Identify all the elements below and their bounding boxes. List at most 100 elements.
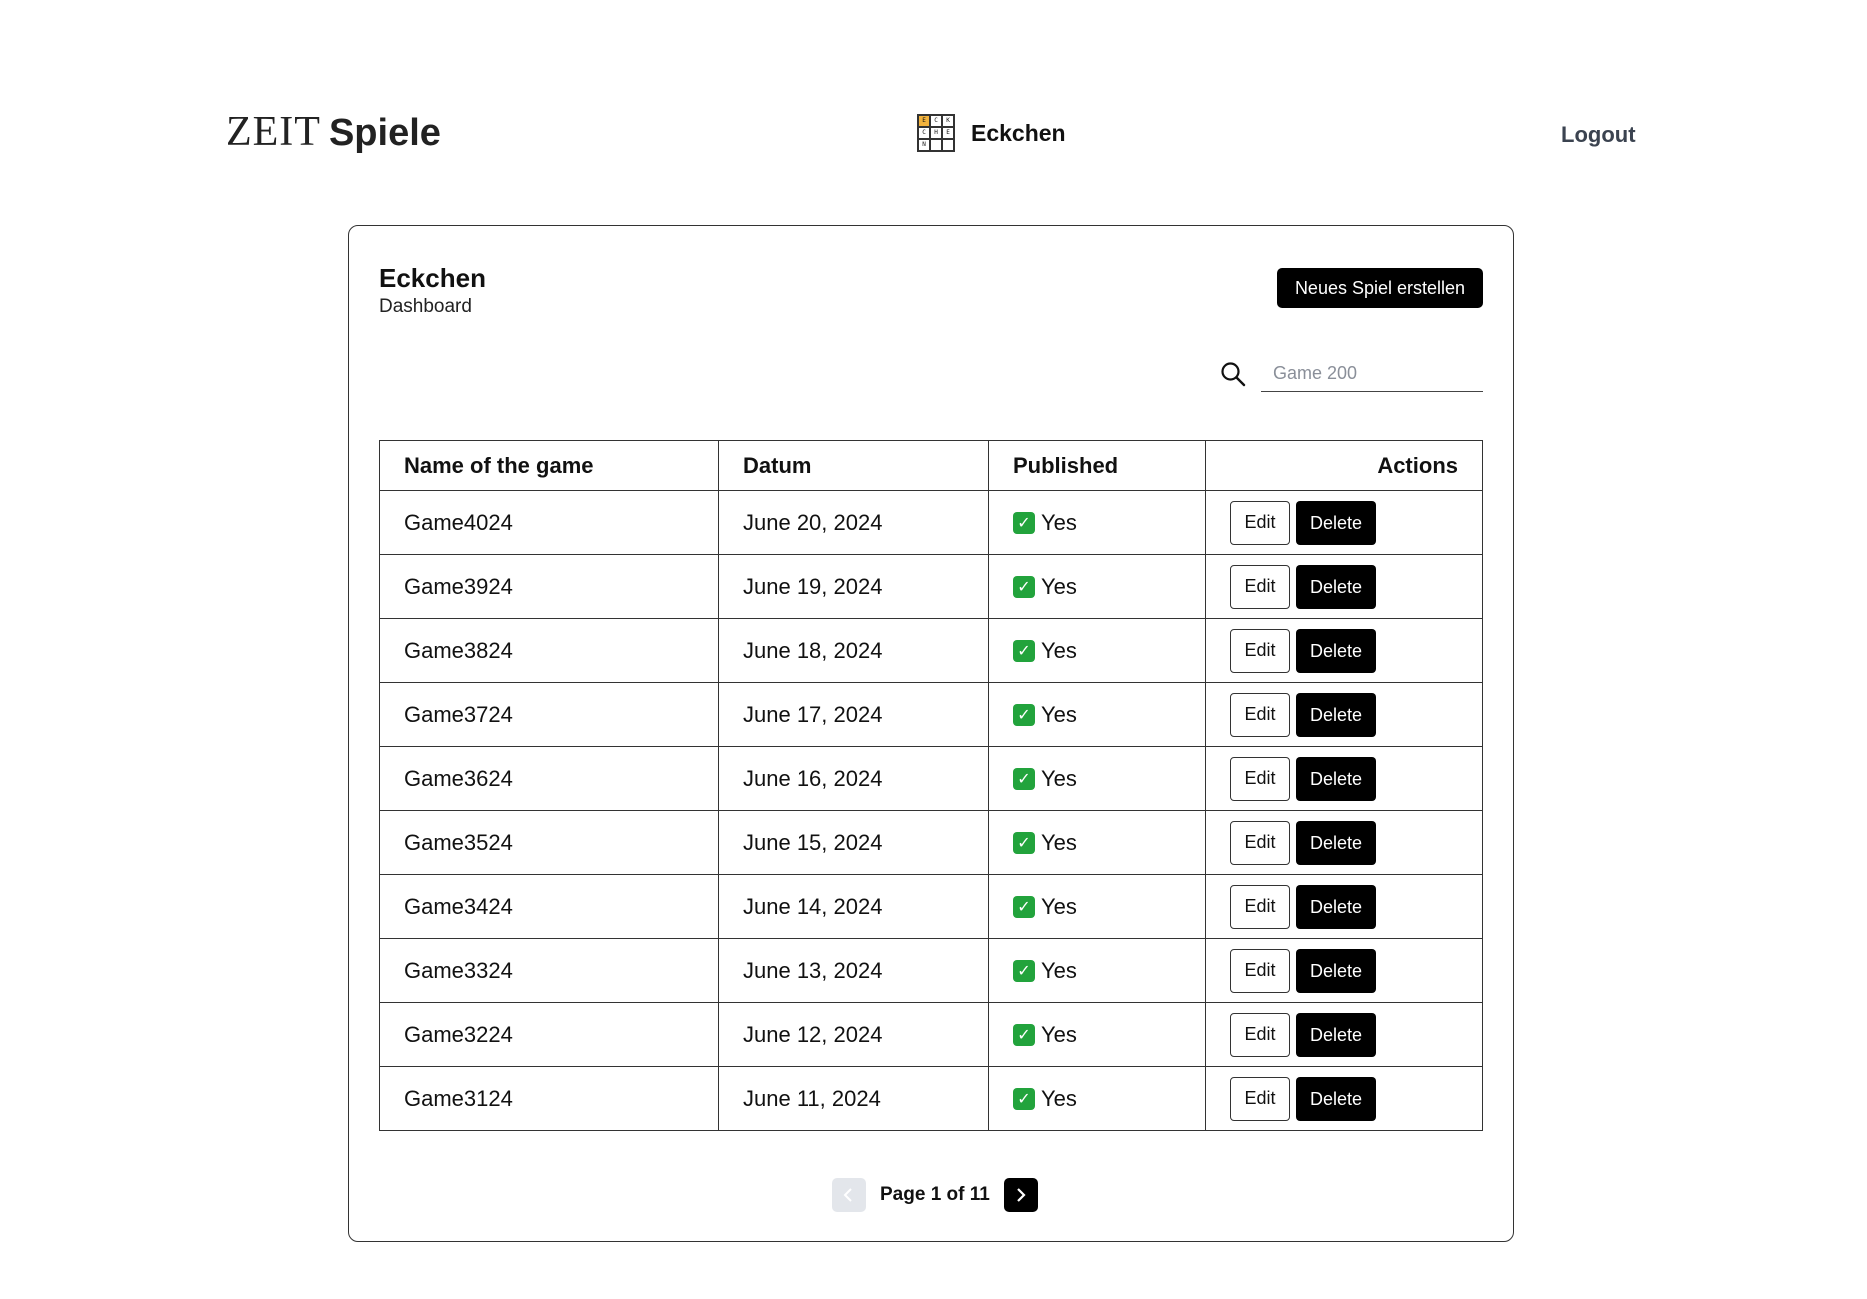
published-status: Yes: [1041, 574, 1077, 600]
grid-cell: E: [942, 127, 954, 139]
game-date-cell: June 14, 2024: [718, 874, 989, 939]
table-row: Game3624 June 16, 2024 ✓ Yes Edit Delete: [379, 746, 1483, 811]
check-icon: ✓: [1013, 960, 1035, 983]
logout-link[interactable]: Logout: [1561, 122, 1636, 148]
published-status: Yes: [1041, 830, 1077, 856]
actions-cell: Edit Delete: [1205, 490, 1483, 555]
table-row: Game3424 June 14, 2024 ✓ Yes Edit Delete: [379, 874, 1483, 939]
published-cell: ✓ Yes: [988, 1002, 1206, 1067]
edit-button[interactable]: Edit: [1230, 692, 1290, 737]
published-status: Yes: [1041, 1086, 1077, 1112]
edit-button[interactable]: Edit: [1230, 1076, 1290, 1121]
table-row: Game4024 June 20, 2024 ✓ Yes Edit Delete: [379, 490, 1483, 555]
delete-button[interactable]: Delete: [1296, 692, 1376, 737]
grid-cell: K: [942, 115, 954, 127]
column-header-name: Name of the game: [379, 440, 719, 491]
previous-page-button[interactable]: [832, 1178, 866, 1212]
delete-button[interactable]: Delete: [1296, 820, 1376, 865]
grid-cell: N: [918, 139, 930, 151]
check-icon: ✓: [1013, 896, 1035, 919]
published-cell: ✓ Yes: [988, 938, 1206, 1003]
published-cell: ✓ Yes: [988, 874, 1206, 939]
game-date-cell: June 13, 2024: [718, 938, 989, 1003]
search-box: [1219, 356, 1483, 392]
grid-cell: C: [918, 127, 930, 139]
check-icon: ✓: [1013, 768, 1035, 791]
actions-cell: Edit Delete: [1205, 1002, 1483, 1067]
game-name-cell: Game3224: [379, 1002, 719, 1067]
table-row: Game3924 June 19, 2024 ✓ Yes Edit Delete: [379, 554, 1483, 619]
game-name-cell: Game3424: [379, 874, 719, 939]
game-date-cell: June 18, 2024: [718, 618, 989, 683]
game-name-cell: Game3624: [379, 746, 719, 811]
check-icon: ✓: [1013, 576, 1035, 599]
game-date-cell: June 19, 2024: [718, 554, 989, 619]
published-status: Yes: [1041, 894, 1077, 920]
check-icon: ✓: [1013, 1024, 1035, 1047]
edit-button[interactable]: Edit: [1230, 948, 1290, 993]
chevron-right-icon: [1017, 1188, 1026, 1202]
game-date-cell: June 20, 2024: [718, 490, 989, 555]
delete-button[interactable]: Delete: [1296, 948, 1376, 993]
delete-button[interactable]: Delete: [1296, 884, 1376, 929]
logo-zeit-text: ZEIT: [226, 109, 321, 155]
delete-button[interactable]: Delete: [1296, 500, 1376, 545]
actions-cell: Edit Delete: [1205, 554, 1483, 619]
delete-button[interactable]: Delete: [1296, 1076, 1376, 1121]
edit-button[interactable]: Edit: [1230, 884, 1290, 929]
edit-button[interactable]: Edit: [1230, 500, 1290, 545]
edit-button[interactable]: Edit: [1230, 564, 1290, 609]
pagination: Page 1 of 11: [832, 1178, 1038, 1212]
table-row: Game3824 June 18, 2024 ✓ Yes Edit Delete: [379, 618, 1483, 683]
game-name-cell: Game3324: [379, 938, 719, 1003]
zeit-spiele-logo[interactable]: ZEIT Spiele: [226, 108, 441, 156]
dashboard-subtitle: Dashboard: [379, 296, 472, 317]
current-game-name: Eckchen: [971, 119, 1066, 146]
column-header-actions: Actions: [1205, 440, 1483, 491]
table-row: Game3724 June 17, 2024 ✓ Yes Edit Delete: [379, 682, 1483, 747]
edit-button[interactable]: Edit: [1230, 820, 1290, 865]
published-cell: ✓ Yes: [988, 1066, 1206, 1131]
edit-button[interactable]: Edit: [1230, 628, 1290, 673]
new-game-button[interactable]: Neues Spiel erstellen: [1277, 268, 1483, 308]
search-input[interactable]: [1261, 356, 1483, 392]
game-name-cell: Game3724: [379, 682, 719, 747]
next-page-button[interactable]: [1003, 1178, 1038, 1212]
games-table: Name of the game Datum Published Actions…: [379, 440, 1483, 1131]
published-status: Yes: [1041, 958, 1077, 984]
search-icon[interactable]: [1219, 360, 1247, 388]
table-row: Game3224 June 12, 2024 ✓ Yes Edit Delete: [379, 1002, 1483, 1067]
published-cell: ✓ Yes: [988, 810, 1206, 875]
published-cell: ✓ Yes: [988, 490, 1206, 555]
delete-button[interactable]: Delete: [1296, 756, 1376, 801]
grid-cell: E: [918, 115, 930, 127]
actions-cell: Edit Delete: [1205, 938, 1483, 1003]
check-icon: ✓: [1013, 640, 1035, 663]
actions-cell: Edit Delete: [1205, 746, 1483, 811]
published-status: Yes: [1041, 638, 1077, 664]
edit-button[interactable]: Edit: [1230, 756, 1290, 801]
published-cell: ✓ Yes: [988, 618, 1206, 683]
column-header-published: Published: [988, 440, 1206, 491]
check-icon: ✓: [1013, 512, 1035, 535]
grid-cell: [930, 139, 942, 151]
game-name-cell: Game3924: [379, 554, 719, 619]
page-indicator: Page 1 of 11: [880, 1184, 990, 1205]
game-date-cell: June 15, 2024: [718, 810, 989, 875]
delete-button[interactable]: Delete: [1296, 1012, 1376, 1057]
game-date-cell: June 17, 2024: [718, 682, 989, 747]
eckchen-grid-icon: ECKCHEN: [917, 114, 955, 152]
logo-spiele-text: Spiele: [328, 112, 441, 154]
table-row: Game3524 June 15, 2024 ✓ Yes Edit Delete: [379, 810, 1483, 875]
game-date-cell: June 12, 2024: [718, 1002, 989, 1067]
game-name-cell: Game4024: [379, 490, 719, 555]
check-icon: ✓: [1013, 832, 1035, 855]
delete-button[interactable]: Delete: [1296, 628, 1376, 673]
game-name-cell: Game3824: [379, 618, 719, 683]
actions-cell: Edit Delete: [1205, 618, 1483, 683]
top-header: ZEIT Spiele ECKCHEN Eckchen Logout: [0, 0, 1867, 200]
published-cell: ✓ Yes: [988, 682, 1206, 747]
delete-button[interactable]: Delete: [1296, 564, 1376, 609]
table-row: Game3324 June 13, 2024 ✓ Yes Edit Delete: [379, 938, 1483, 1003]
edit-button[interactable]: Edit: [1230, 1012, 1290, 1057]
